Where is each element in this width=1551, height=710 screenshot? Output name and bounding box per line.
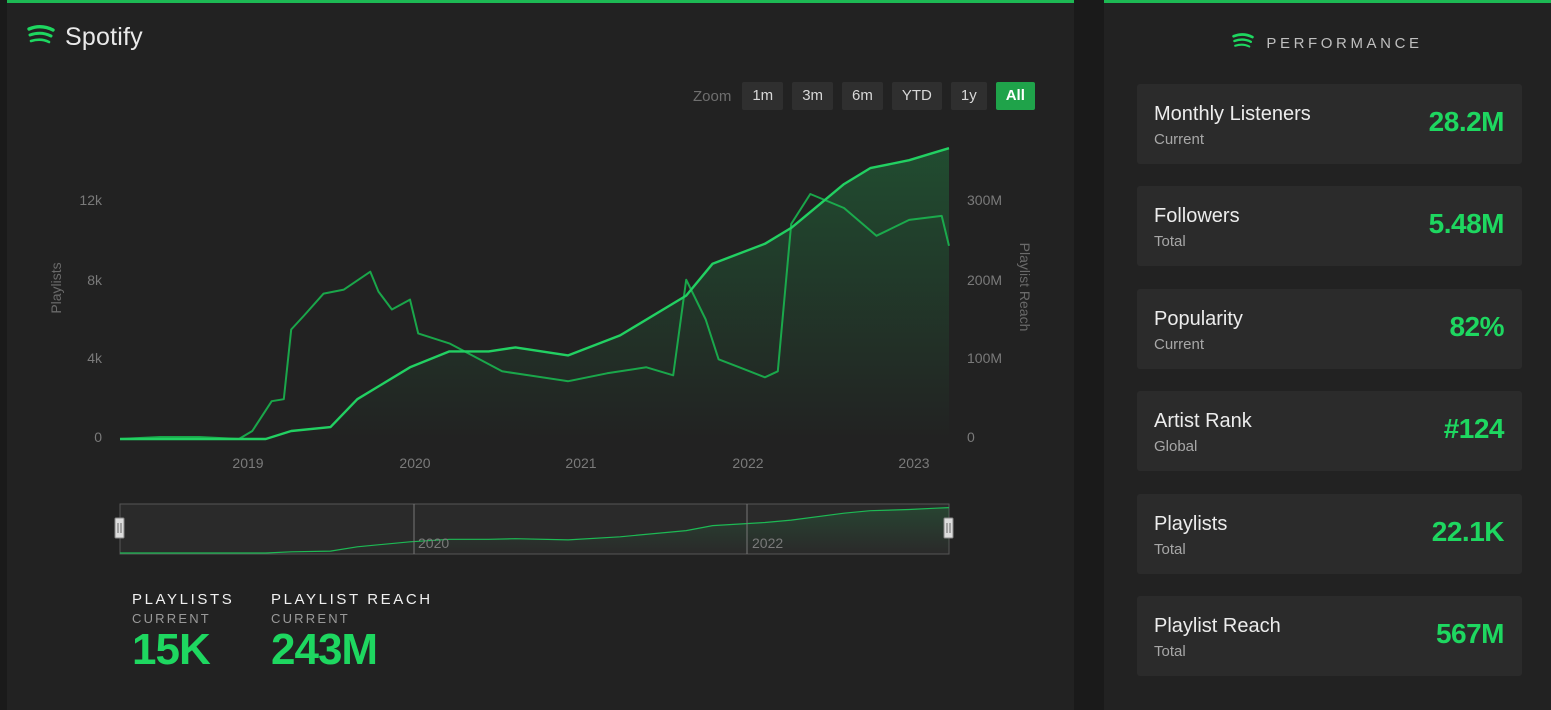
card-followers[interactable]: Followers Total 5.48M (1137, 186, 1522, 266)
card-value: 82% (1449, 311, 1504, 342)
card-subtitle: Total (1154, 541, 1186, 558)
card-subtitle: Total (1154, 233, 1186, 250)
stat-title: PLAYLISTS (132, 591, 235, 608)
performance-panel: PERFORMANCE Monthly Listeners Current 28… (1104, 0, 1551, 710)
y-right-tick: 100M (967, 350, 1002, 366)
stat-title: PLAYLIST REACH (271, 591, 433, 608)
navigator-tick: 2022 (752, 535, 783, 551)
playlist-reach-area (120, 148, 949, 439)
card-subtitle: Current (1154, 131, 1205, 148)
y-right-tick: 0 (967, 429, 975, 445)
x-tick: 2019 (232, 455, 263, 471)
card-value: 5.48M (1428, 208, 1505, 239)
card-playlist-reach[interactable]: Playlist Reach Total 567M (1137, 596, 1522, 676)
x-tick: 2020 (399, 455, 430, 471)
stat-playlist-reach: PLAYLIST REACH CURRENT 243M (271, 591, 433, 672)
performance-title: PERFORMANCE (1266, 35, 1423, 52)
card-label: Playlist Reach (1154, 615, 1281, 637)
navigator-tick: 2020 (418, 535, 449, 551)
card-label: Monthly Listeners (1154, 103, 1311, 125)
spotify-chart-panel: Spotify Zoom 1m 3m 6m YTD 1y All 0 4k 8k… (7, 0, 1074, 710)
y-left-tick: 8k (87, 272, 103, 288)
card-label: Popularity (1154, 308, 1243, 330)
card-value: 28.2M (1428, 106, 1505, 137)
stat-playlists: PLAYLISTS CURRENT 15K (132, 591, 234, 672)
y-left-axis-title: Playlists (48, 262, 64, 313)
y-left-tick: 12k (79, 192, 103, 208)
x-tick: 2023 (898, 455, 929, 471)
card-subtitle: Total (1154, 643, 1186, 660)
stat-value: 243M (271, 625, 378, 674)
y-right-tick: 200M (967, 272, 1002, 288)
card-playlists[interactable]: Playlists Total 22.1K (1137, 494, 1522, 574)
x-tick: 2022 (732, 455, 763, 471)
card-value: 22.1K (1431, 516, 1505, 547)
y-left-tick: 4k (87, 350, 103, 366)
spotify-logo-icon (1232, 33, 1255, 54)
card-label: Playlists (1154, 513, 1228, 535)
y-left-tick: 0 (94, 429, 102, 445)
card-popularity[interactable]: Popularity Current 82% (1137, 289, 1522, 369)
performance-header: PERFORMANCE (1104, 33, 1551, 54)
navigator-handle-left[interactable] (114, 517, 125, 539)
card-subtitle: Current (1154, 336, 1205, 353)
y-right-axis-title: Playlist Reach (1017, 243, 1033, 332)
stat-subtitle: CURRENT (132, 611, 211, 626)
card-subtitle: Global (1154, 438, 1198, 455)
stat-value: 15K (132, 625, 211, 674)
stat-subtitle: CURRENT (271, 611, 350, 626)
y-right-tick: 300M (967, 192, 1002, 208)
navigator-handle-right[interactable] (943, 517, 954, 539)
card-artist-rank[interactable]: Artist Rank Global #124 (1137, 391, 1522, 471)
card-value: 567M (1435, 618, 1505, 649)
card-label: Followers (1154, 205, 1240, 227)
card-value: #124 (1443, 413, 1505, 444)
playlists-chart: 0 4k 8k 12k Playlists 0 100M 200M 300M P… (48, 147, 1033, 555)
x-tick: 2021 (565, 455, 596, 471)
card-label: Artist Rank (1154, 410, 1252, 432)
card-monthly-listeners[interactable]: Monthly Listeners Current 28.2M (1137, 84, 1522, 164)
